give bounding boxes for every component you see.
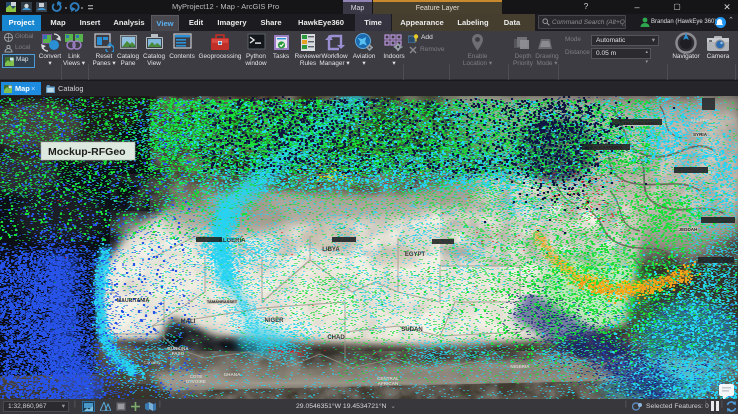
svg-text:NIGERIA: NIGERIA xyxy=(510,364,530,369)
svg-text:SYRIA: SYRIA xyxy=(693,132,708,137)
svg-text:Riv: Riv xyxy=(708,170,716,175)
svg-text:Conakry: Conakry xyxy=(143,360,161,365)
svg-text:LIBYA: LIBYA xyxy=(322,247,340,253)
svg-text:MALI: MALI xyxy=(181,319,196,325)
svg-text:ALGERIA: ALGERIA xyxy=(219,238,247,244)
svg-text:JEDDAH: JEDDAH xyxy=(679,227,699,232)
svg-text:SUDAN: SUDAN xyxy=(401,327,422,333)
svg-text:EGYPT: EGYPT xyxy=(405,252,426,258)
svg-text:Mockup-RFGeo: Mockup-RFGeo xyxy=(48,146,126,158)
svg-text:MAURITANIA: MAURITANIA xyxy=(117,298,150,304)
svg-text:CENTRALAFRICAN: CENTRAL AFRICAN xyxy=(377,376,399,386)
svg-text:TAMANRASSET: TAMANRASSET xyxy=(207,299,238,304)
svg-text:CHAD: CHAD xyxy=(327,335,345,341)
svg-text:GHANA: GHANA xyxy=(224,372,242,377)
svg-text:NIGER: NIGER xyxy=(264,318,284,324)
svg-text:ALEPPO: ALEPPO xyxy=(691,118,710,123)
